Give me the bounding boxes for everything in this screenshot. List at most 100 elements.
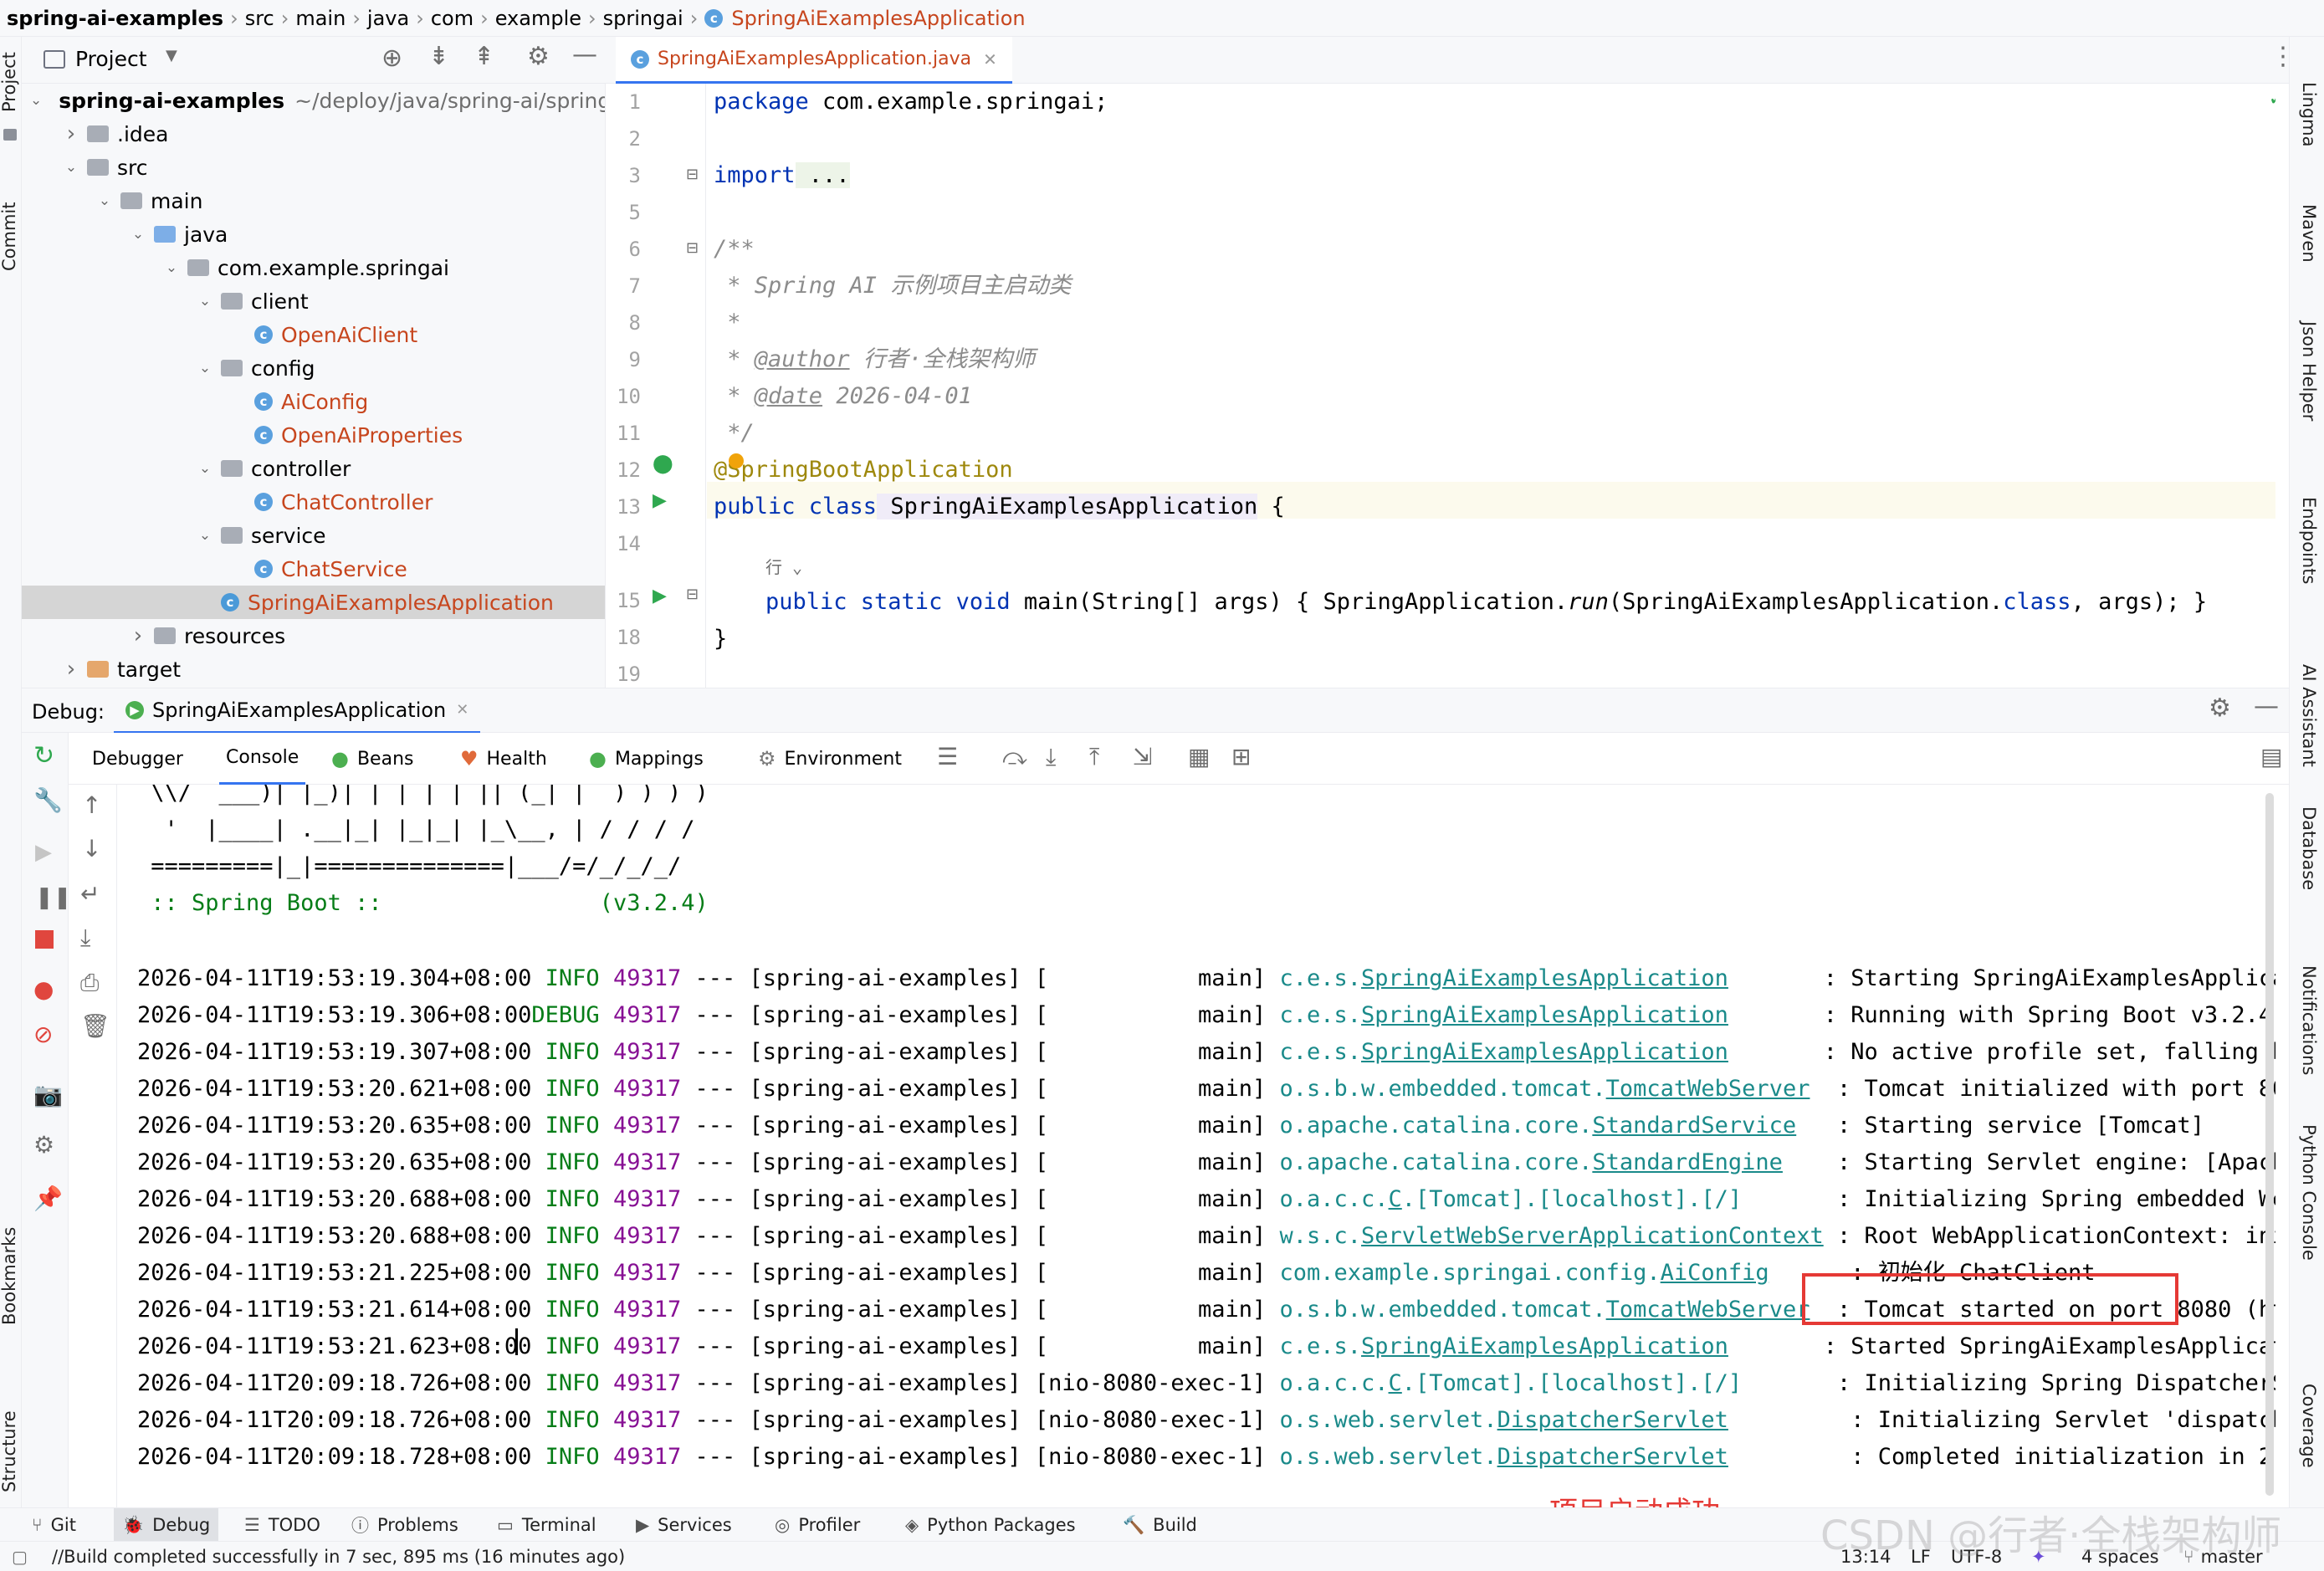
tree-item[interactable]: ⌄ client (22, 284, 605, 318)
coverage-tool-button[interactable]: Coverage (2299, 1384, 2319, 1468)
run-gutter-icon[interactable]: ▶ (653, 586, 667, 606)
debug-tab-environment[interactable]: ⚙ Environment (758, 733, 902, 785)
chevron-right-icon[interactable]: › (64, 658, 79, 680)
tree-item[interactable]: ⌄ java (22, 217, 605, 251)
project-panel-title[interactable]: Project (75, 47, 147, 71)
tool-button-git[interactable]: ⑂ Git (23, 1508, 84, 1542)
mute-breakpoints-icon[interactable]: ⊘ (33, 1021, 53, 1048)
log-logger[interactable]: o.s.b.w.embedded.tomcat.TomcatWebServer (1279, 1297, 1810, 1323)
chevron-down-icon[interactable]: ⌄ (30, 93, 42, 108)
tree-item[interactable]: › .idea (22, 117, 605, 151)
breadcrumb-item[interactable]: java (367, 7, 409, 30)
pin-icon[interactable]: 📌 (33, 1185, 63, 1212)
breadcrumb-item[interactable]: com (431, 7, 474, 30)
breadcrumb-item[interactable]: example (495, 7, 581, 30)
tree-item[interactable]: c OpenAiProperties (22, 418, 605, 452)
bookmarks-tool-button[interactable]: Bookmarks (0, 1227, 19, 1325)
chevron-down-icon[interactable]: ⌄ (197, 361, 212, 376)
tree-item[interactable]: c AiConfig (22, 385, 605, 418)
tree-item[interactable]: ⌄ src (22, 151, 605, 184)
breadcrumb-item[interactable]: src (245, 7, 274, 30)
close-tab-icon[interactable]: ✕ (456, 701, 468, 719)
editor-tab-main-file[interactable]: c SpringAiExamplesApplication.java ✕ (616, 37, 1012, 84)
log-logger[interactable]: o.a.c.c.C.[Tomcat].[localhost].[/] (1279, 1186, 1742, 1212)
resume-icon[interactable]: ▶ (35, 840, 52, 865)
camera-icon[interactable]: 📷 (33, 1081, 63, 1108)
debug-tab-health[interactable]: ♥ Health (460, 733, 547, 785)
console-scrollbar[interactable] (2265, 793, 2274, 1496)
chevron-down-icon[interactable]: ⌄ (131, 227, 146, 242)
log-logger[interactable]: o.a.c.c.C.[Tomcat].[localhost].[/] (1279, 1370, 1742, 1396)
soft-wrap-icon[interactable]: ↵ (80, 880, 100, 908)
log-logger[interactable]: c.e.s.SpringAiExamplesApplication (1279, 1002, 1728, 1028)
tool-button-python-packages[interactable]: ◈ Python Packages (897, 1508, 1084, 1542)
tree-item[interactable]: ⌄ main (22, 184, 605, 217)
log-logger[interactable]: o.s.b.w.embedded.tomcat.TomcatWebServer (1279, 1076, 1810, 1102)
breadcrumb-item[interactable]: springai (603, 7, 683, 30)
tool-button-debug[interactable]: 🐞 Debug (114, 1508, 219, 1542)
minimize-icon[interactable]: — (572, 40, 597, 69)
view-breakpoints-icon[interactable]: ● (33, 975, 54, 1003)
expand-all-icon[interactable]: ⇟ (428, 42, 449, 71)
debug-config-tab[interactable]: ▶ SpringAiExamplesApplication ✕ (114, 688, 481, 734)
log-logger[interactable]: o.s.web.servlet.DispatcherServlet (1279, 1407, 1728, 1433)
scroll-to-end-icon[interactable]: ⤓ (80, 924, 90, 952)
project-tool-button[interactable]: Project (0, 52, 19, 112)
stop-icon[interactable] (35, 930, 54, 949)
lingma-tool-button[interactable]: Lingma (2299, 82, 2319, 147)
chevron-right-icon[interactable]: › (64, 123, 79, 145)
tree-item[interactable]: ⌄ service (22, 519, 605, 552)
chevron-down-icon[interactable]: ▼ (166, 47, 177, 64)
tree-item[interactable]: › resources (22, 619, 605, 652)
gear-icon[interactable]: ⚙ (527, 42, 550, 71)
author-hint[interactable]: 行 ⌄ (765, 549, 802, 586)
minimize-icon[interactable]: — (2254, 692, 2279, 721)
evaluate-icon[interactable]: ▦ (1188, 743, 1210, 770)
breadcrumb-item[interactable]: spring-ai-examples (7, 7, 223, 30)
chevron-down-icon[interactable]: ⌄ (97, 193, 112, 208)
arrow-down-icon[interactable]: ↓ (82, 835, 101, 862)
log-logger[interactable]: c.e.s.SpringAiExamplesApplication (1279, 965, 1728, 991)
panel-toggle-icon[interactable]: ▢ (12, 1547, 28, 1567)
commit-tool-button[interactable]: Commit (0, 202, 19, 272)
chevron-down-icon[interactable]: ⌄ (164, 260, 179, 275)
step-out-icon[interactable]: ⤒ (1089, 743, 1099, 771)
endpoints-tool-button[interactable]: Endpoints (2299, 497, 2319, 584)
chevron-down-icon[interactable]: ⌄ (197, 461, 212, 476)
tool-button-profiler[interactable]: ◎ Profiler (766, 1508, 868, 1542)
log-logger[interactable]: o.apache.catalina.core.StandardEngine (1279, 1149, 1782, 1175)
log-logger[interactable]: c.e.s.SpringAiExamplesApplication (1279, 1333, 1728, 1359)
tree-item[interactable]: c ChatController (22, 485, 605, 519)
log-logger[interactable]: w.s.c.ServletWebServerApplicationContext (1279, 1223, 1823, 1249)
code-editor[interactable]: package com.example.springai; import ...… (707, 84, 2275, 688)
layout-icon[interactable]: ▤ (2260, 743, 2282, 770)
chevron-down-icon[interactable]: ⌄ (197, 294, 212, 309)
intention-bulb-icon[interactable] (729, 453, 744, 468)
json-helper-tool-button[interactable]: Json Helper (2299, 321, 2319, 421)
tool-button-services[interactable]: ▶ Services (627, 1508, 740, 1542)
pause-icon[interactable]: ❚❚ (35, 885, 72, 910)
tree-item[interactable]: ⌄ com.example.springai (22, 251, 605, 284)
more-options-icon[interactable]: ⋮ (2270, 42, 2296, 71)
rerun-icon[interactable]: ↻ (33, 741, 54, 770)
gear-icon[interactable]: ⚙ (2209, 693, 2231, 723)
python-console-tool-button[interactable]: Python Console (2299, 1124, 2319, 1261)
tree-item[interactable]: ⌄ config (22, 351, 605, 385)
tool-button-terminal[interactable]: ▭ Terminal (489, 1508, 605, 1542)
debug-tab-mappings[interactable]: ● Mappings (589, 733, 704, 785)
tree-item[interactable]: ⌄ spring-ai-examples ~/deploy/java/spring-… (22, 84, 605, 117)
console-output[interactable]: \\/ ___)| |_)| | | | | || (_| | ) ) ) ) … (117, 785, 2275, 1507)
debug-tab-beans[interactable]: ● Beans (331, 733, 413, 785)
maven-tool-button[interactable]: Maven (2299, 204, 2319, 263)
log-logger[interactable]: o.apache.catalina.core.StandardService (1279, 1113, 1796, 1139)
structure-tool-button[interactable]: Structure (0, 1410, 19, 1492)
collapse-all-icon[interactable]: ⇞ (474, 42, 494, 71)
debug-tab-console[interactable]: Console (219, 733, 306, 785)
tree-item[interactable]: c SpringAiExamplesApplication (22, 586, 605, 619)
chevron-down-icon[interactable]: ⌄ (197, 528, 212, 543)
debug-tab-debugger[interactable]: Debugger (92, 733, 183, 785)
arrow-up-icon[interactable]: ↑ (82, 791, 101, 819)
log-logger[interactable]: c.e.s.SpringAiExamplesApplication (1279, 1039, 1728, 1065)
run-gutter-icon[interactable]: ▶ (653, 490, 667, 511)
ai-assistant-tool-button[interactable]: AI Assistant (2299, 664, 2319, 767)
